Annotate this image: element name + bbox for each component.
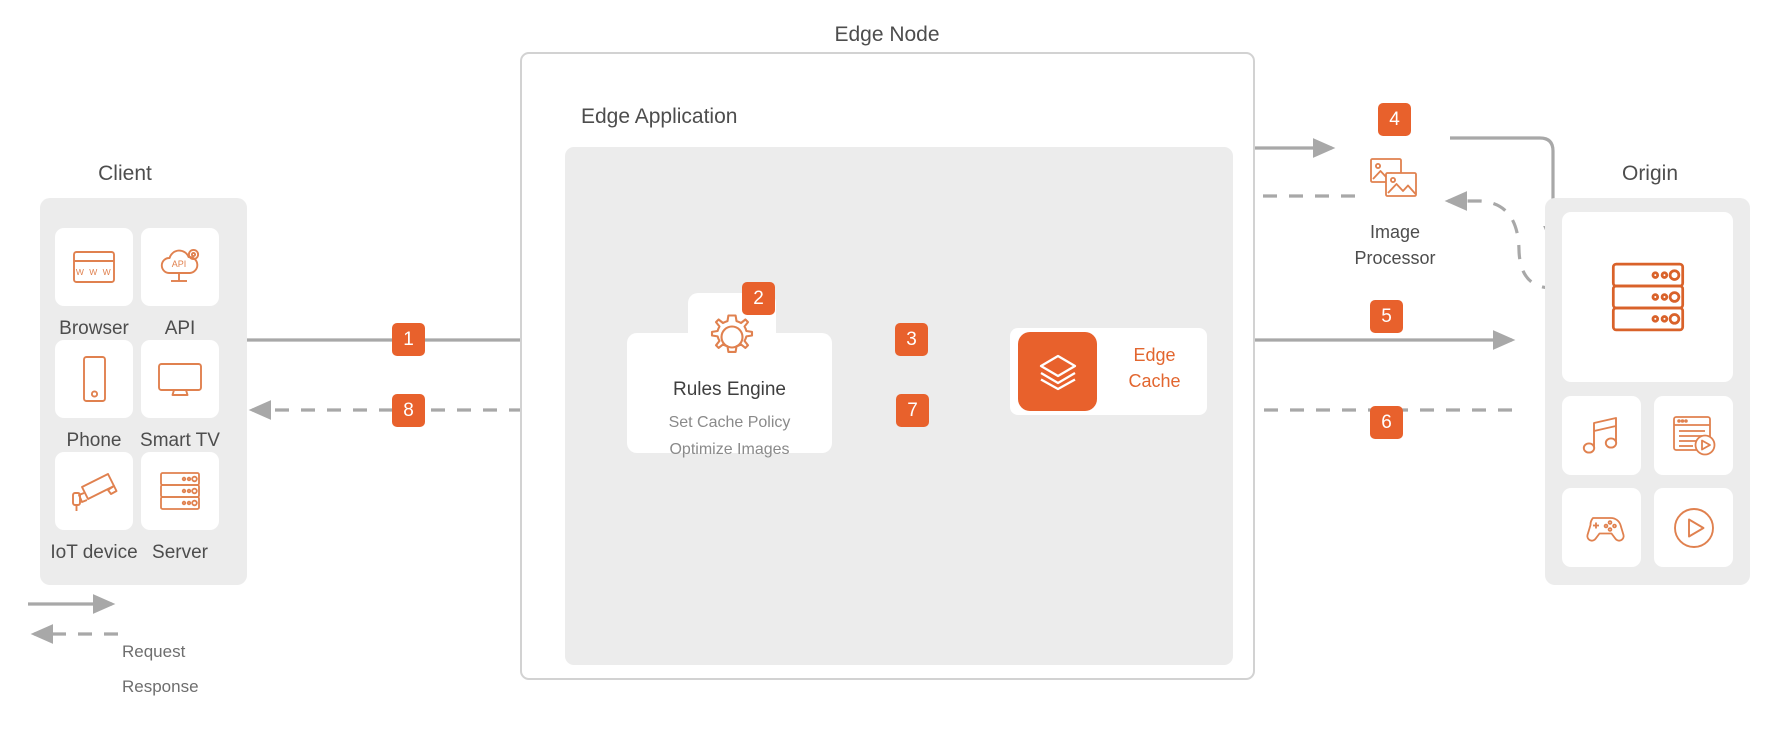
layers-stack-icon xyxy=(1039,354,1076,390)
legend-label-request: Request xyxy=(122,642,186,661)
legend-label-response: Response xyxy=(122,677,199,696)
client-label-server: Server xyxy=(152,542,208,563)
flow-badge-1: 1 xyxy=(392,323,425,356)
image-processor-icon-wrapper xyxy=(1367,155,1423,203)
client-tile-server[interactable] xyxy=(141,452,219,530)
edge-cache-label-line-1: Edge xyxy=(1133,345,1176,365)
flow-badge-2: 2 xyxy=(742,282,775,315)
client-label-smart-tv: Smart TV xyxy=(140,430,220,451)
origin-tile-server[interactable] xyxy=(1562,212,1733,382)
iot-camera-icon xyxy=(72,473,118,511)
edge-application-title: Edge Application xyxy=(581,105,738,128)
rules-engine-title: Rules Engine xyxy=(672,379,787,400)
image-processor-label-line-1: Image xyxy=(1369,222,1421,242)
rules-engine-line-2: Optimize Images xyxy=(669,441,790,458)
music-note-icon xyxy=(1582,416,1617,454)
diagram-canvas: Edge Node Edge Application Rules Engine … xyxy=(0,0,1784,740)
origin-group-title: Origin xyxy=(1621,162,1679,185)
edge-node-title: Edge Node xyxy=(834,23,940,46)
image-processor-label-line-2: Processor xyxy=(1354,248,1436,268)
flow-badge-6: 6 xyxy=(1370,406,1403,439)
news-video-icon xyxy=(1672,415,1715,455)
client-tile-smart-tv[interactable] xyxy=(141,340,219,418)
flow-badge-7: 7 xyxy=(896,394,929,427)
edge-cache-label-line-2: Cache xyxy=(1128,371,1181,391)
svg-text:API: API xyxy=(172,259,187,269)
rules-engine-line-1: Set Cache Policy xyxy=(668,414,791,431)
gamepad-icon xyxy=(1585,516,1625,542)
browser-www-icon: W W W xyxy=(73,251,115,283)
flow-badge-5: 5 xyxy=(1370,300,1403,333)
flow-badge-8: 8 xyxy=(392,394,425,427)
smart-tv-icon xyxy=(158,363,202,396)
client-tile-browser[interactable]: W W W xyxy=(55,228,133,306)
flow-badge-4: 4 xyxy=(1378,103,1411,136)
flow-badge-3: 3 xyxy=(895,323,928,356)
edge-cache-icon-box xyxy=(1018,332,1097,411)
client-tile-phone[interactable] xyxy=(55,340,133,418)
api-cloud-icon: API xyxy=(160,248,200,282)
client-group-title: Client xyxy=(98,162,152,185)
origin-tile-music[interactable] xyxy=(1562,396,1641,475)
client-label-api: API xyxy=(164,318,196,339)
svg-text:W W W: W W W xyxy=(76,267,112,277)
phone-icon xyxy=(83,356,106,402)
origin-tile-gamepad[interactable] xyxy=(1562,488,1641,567)
client-tile-api[interactable]: API xyxy=(141,228,219,306)
image-processor-icon xyxy=(1370,158,1417,197)
server-rack-icon xyxy=(160,472,200,510)
gear-icon xyxy=(710,314,754,353)
origin-tile-news-video[interactable] xyxy=(1654,396,1733,475)
origin-tile-play[interactable] xyxy=(1654,488,1733,567)
play-circle-icon xyxy=(1673,507,1714,548)
server-rack-icon xyxy=(1611,262,1684,332)
client-tile-iot-device[interactable] xyxy=(55,452,133,530)
